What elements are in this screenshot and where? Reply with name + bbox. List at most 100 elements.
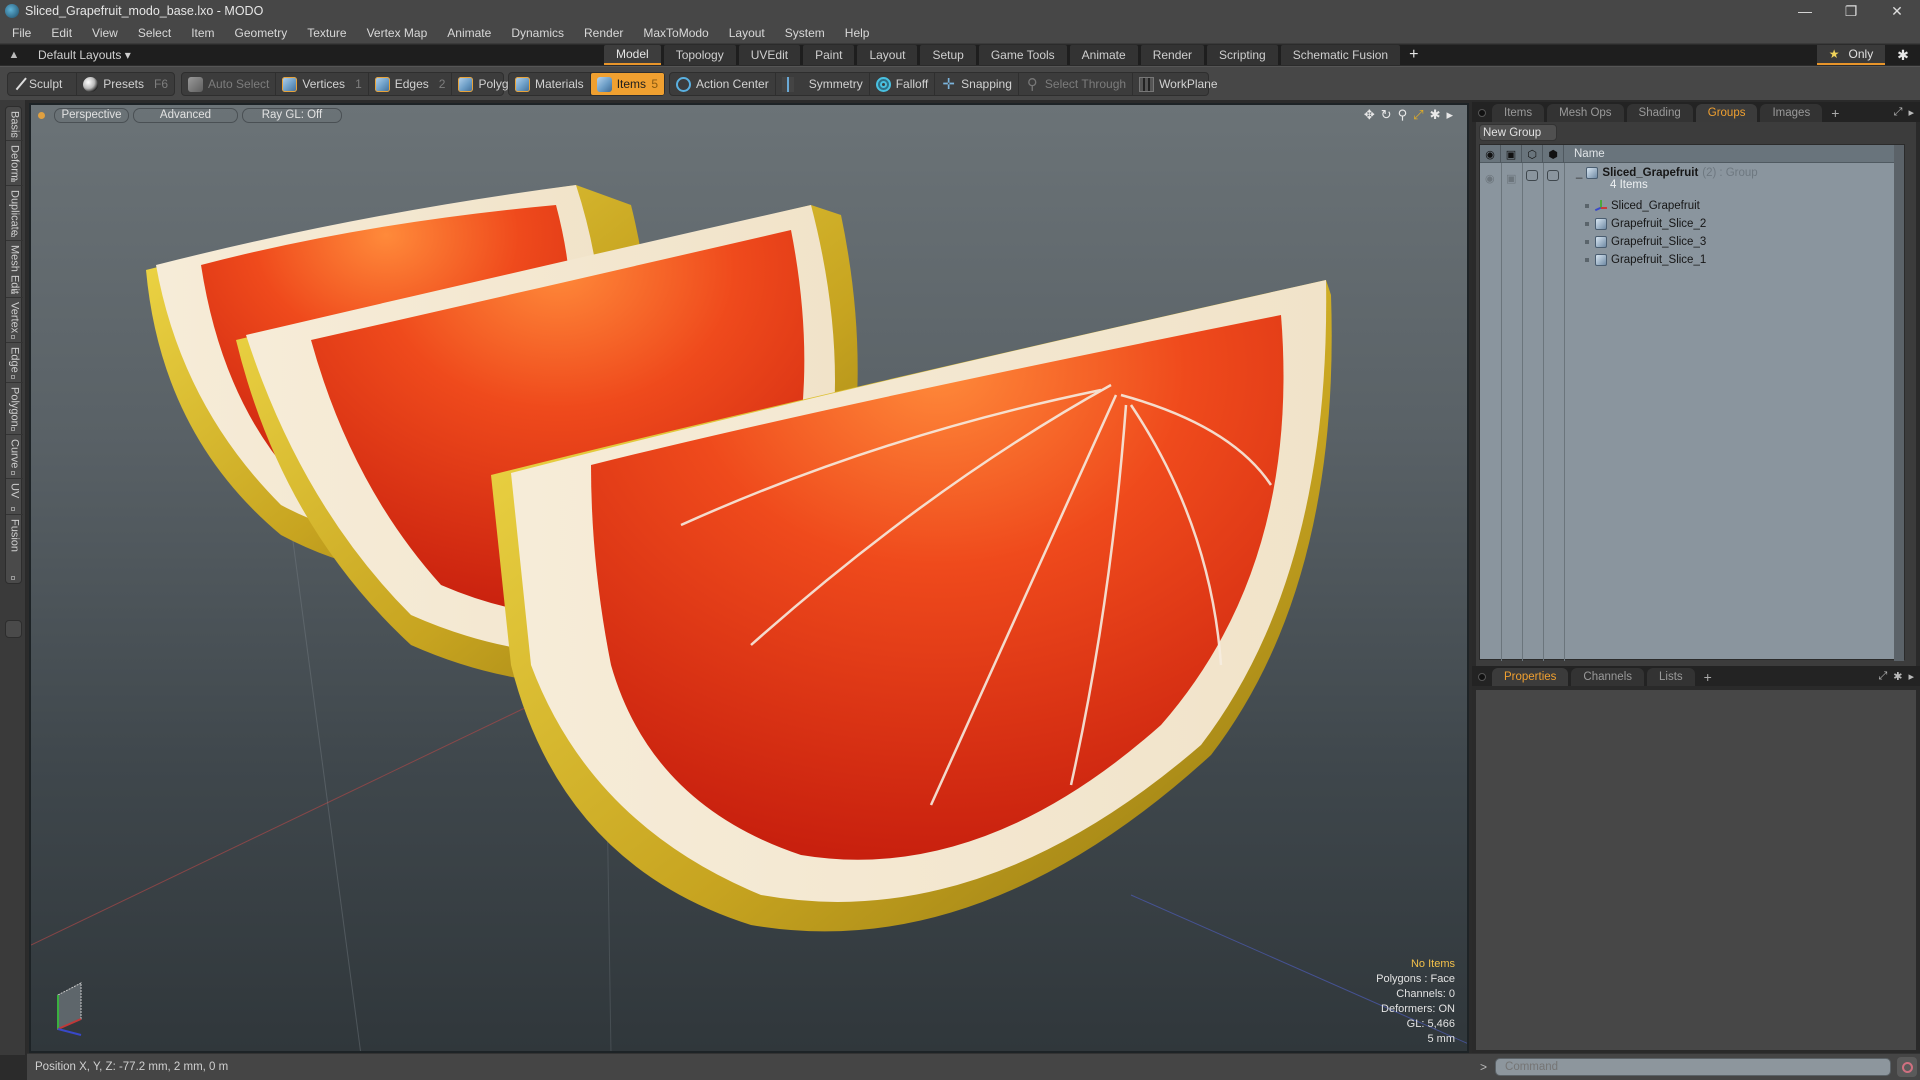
mode-tab-render[interactable]: Render <box>1140 45 1205 65</box>
auto-select-button[interactable]: Auto Select <box>182 73 277 95</box>
only-toggle-button[interactable]: ★ Only <box>1817 45 1885 65</box>
settings-icon[interactable]: ✱ <box>1430 107 1441 123</box>
rotate-icon[interactable]: ↻ <box>1381 107 1392 123</box>
menu-vertex-map[interactable]: Vertex Map <box>357 26 438 40</box>
mode-tab-layout[interactable]: Layout <box>857 45 918 65</box>
vtab-uv[interactable]: UV <box>6 479 23 515</box>
maximize-properties-icon[interactable]: ⤢ <box>1878 670 1887 683</box>
group-lock-toggle[interactable] <box>1526 170 1538 181</box>
add-properties-tab-button[interactable]: + <box>1698 668 1718 686</box>
tab-mesh-ops[interactable]: Mesh Ops <box>1547 104 1624 122</box>
expand-arrow-icon[interactable]: ▸ <box>1446 107 1453 123</box>
vtab-basic[interactable]: Basic <box>6 107 23 141</box>
vtab-polygon[interactable]: Polygon <box>6 383 23 435</box>
tree-item-mesh[interactable]: Grapefruit_Slice_2 <box>1585 215 1706 233</box>
vtab-vertex[interactable]: Vertex <box>6 298 23 343</box>
panel-menu-dot-icon[interactable] <box>1478 109 1486 117</box>
minimize-button[interactable]: — <box>1782 0 1828 22</box>
vertices-button[interactable]: Vertices 1 <box>276 73 369 95</box>
new-group-button[interactable]: New Group <box>1479 124 1557 141</box>
name-column-header[interactable]: Name <box>1574 145 1605 163</box>
zoom-icon[interactable]: ⚲ <box>1398 107 1408 123</box>
left-panel-toggle[interactable] <box>5 620 22 638</box>
group-render-camera-icon[interactable]: ▣ <box>1506 172 1516 185</box>
add-tab-button[interactable]: + <box>1403 45 1424 65</box>
3d-viewport[interactable]: Perspective Advanced Ray GL: Off ✥ ↻ ⚲ ⤢… <box>29 103 1469 1053</box>
tab-images[interactable]: Images <box>1760 104 1823 122</box>
mode-tab-animate[interactable]: Animate <box>1069 45 1138 65</box>
collapse-arrow-icon[interactable]: ▲ <box>0 49 28 61</box>
snapping-button[interactable]: ✛ Snapping <box>935 73 1019 95</box>
lock-column-cube-icon[interactable]: ⬡ <box>1522 145 1543 163</box>
sculpt-button[interactable]: Sculpt <box>8 73 78 95</box>
group-visibility-eye-icon[interactable]: ◉ <box>1485 172 1495 185</box>
menu-help[interactable]: Help <box>835 26 880 40</box>
mode-tab-setup[interactable]: Setup <box>920 45 976 65</box>
workplane-button[interactable]: WorkPlane <box>1133 73 1223 95</box>
select-through-button[interactable]: ⚲ Select Through <box>1019 73 1134 95</box>
menu-render[interactable]: Render <box>574 26 633 40</box>
vtab-duplicate[interactable]: Duplicate <box>6 186 23 241</box>
render-column-camera-icon[interactable]: ▣ <box>1501 145 1522 163</box>
restore-button[interactable]: ❐ <box>1828 0 1874 22</box>
gear-icon[interactable]: ✱ <box>1893 45 1913 65</box>
mode-tab-uvedit[interactable]: UVEdit <box>738 45 801 65</box>
command-input[interactable] <box>1495 1058 1892 1076</box>
menu-animate[interactable]: Animate <box>437 26 501 40</box>
maximize-icon[interactable]: ⤢ <box>1413 107 1423 123</box>
menu-select[interactable]: Select <box>128 26 181 40</box>
visibility-column-eye-icon[interactable]: ◉ <box>1480 145 1501 163</box>
tab-shading[interactable]: Shading <box>1626 104 1693 122</box>
group-row[interactable]: _ Sliced_Grapefruit (2) : Group <box>1576 164 1758 182</box>
mode-tab-schematic-fusion[interactable]: Schematic Fusion <box>1280 45 1401 65</box>
shading-mode-dropdown[interactable]: Advanced <box>133 107 238 123</box>
falloff-button[interactable]: Falloff <box>870 73 936 95</box>
tab-items[interactable]: Items <box>1492 104 1545 122</box>
tab-properties[interactable]: Properties <box>1492 668 1569 686</box>
menu-file[interactable]: File <box>0 26 41 40</box>
items-button[interactable]: Items 5 <box>590 73 664 95</box>
edges-button[interactable]: Edges 2 <box>369 73 453 95</box>
materials-button[interactable]: Materials <box>509 73 591 95</box>
presets-button[interactable]: Presets F6 <box>77 73 174 95</box>
menu-texture[interactable]: Texture <box>297 26 356 40</box>
view-mode-dropdown[interactable]: Perspective <box>54 107 129 123</box>
tree-item-mesh[interactable]: Grapefruit_Slice_1 <box>1585 251 1706 269</box>
menu-maxtomodo[interactable]: MaxToModo <box>633 26 718 40</box>
close-button[interactable]: ✕ <box>1874 0 1920 22</box>
mode-tab-model[interactable]: Model <box>604 45 661 65</box>
mode-tab-game-tools[interactable]: Game Tools <box>978 45 1067 65</box>
vtab-curve[interactable]: Curve <box>6 435 23 479</box>
group-select-toggle[interactable] <box>1547 170 1559 181</box>
default-layouts-dropdown[interactable]: Default Layouts ▾ <box>38 48 131 62</box>
tree-scrollbar[interactable] <box>1894 145 1904 661</box>
menu-system[interactable]: System <box>775 26 835 40</box>
vtab-fusion[interactable]: Fusion <box>6 515 23 583</box>
properties-menu-dot-icon[interactable] <box>1478 673 1486 681</box>
action-center-button[interactable]: Action Center <box>670 73 776 95</box>
viewport-options-dot-icon[interactable] <box>38 111 45 119</box>
raygl-toggle[interactable]: Ray GL: Off <box>242 107 342 123</box>
symmetry-button[interactable]: Symmetry <box>776 73 870 95</box>
tab-groups[interactable]: Groups <box>1695 104 1758 122</box>
select-column-cube-icon[interactable]: ⬢ <box>1543 145 1564 163</box>
vtab-edge[interactable]: Edge <box>6 343 23 383</box>
menu-item[interactable]: Item <box>181 26 224 40</box>
mode-tab-paint[interactable]: Paint <box>803 45 855 65</box>
menu-geometry[interactable]: Geometry <box>225 26 298 40</box>
tab-channels[interactable]: Channels <box>1571 668 1645 686</box>
maximize-panel-icon[interactable]: ⤢ <box>1894 106 1903 119</box>
panel-expand-arrow-icon[interactable]: ▸ <box>1908 106 1914 119</box>
move-icon[interactable]: ✥ <box>1364 107 1375 123</box>
tree-item-mesh[interactable]: Grapefruit_Slice_3 <box>1585 233 1706 251</box>
mode-tab-topology[interactable]: Topology <box>663 45 736 65</box>
tab-lists[interactable]: Lists <box>1647 668 1695 686</box>
menu-edit[interactable]: Edit <box>41 26 82 40</box>
add-panel-tab-button[interactable]: + <box>1825 104 1845 122</box>
menu-view[interactable]: View <box>82 26 128 40</box>
vtab-deform[interactable]: Deform <box>6 141 23 186</box>
properties-gear-icon[interactable]: ✱ <box>1893 670 1902 683</box>
vtab-mesh-edit[interactable]: Mesh Edit <box>6 241 23 298</box>
record-macro-button[interactable] <box>1897 1057 1918 1077</box>
menu-dynamics[interactable]: Dynamics <box>501 26 574 40</box>
